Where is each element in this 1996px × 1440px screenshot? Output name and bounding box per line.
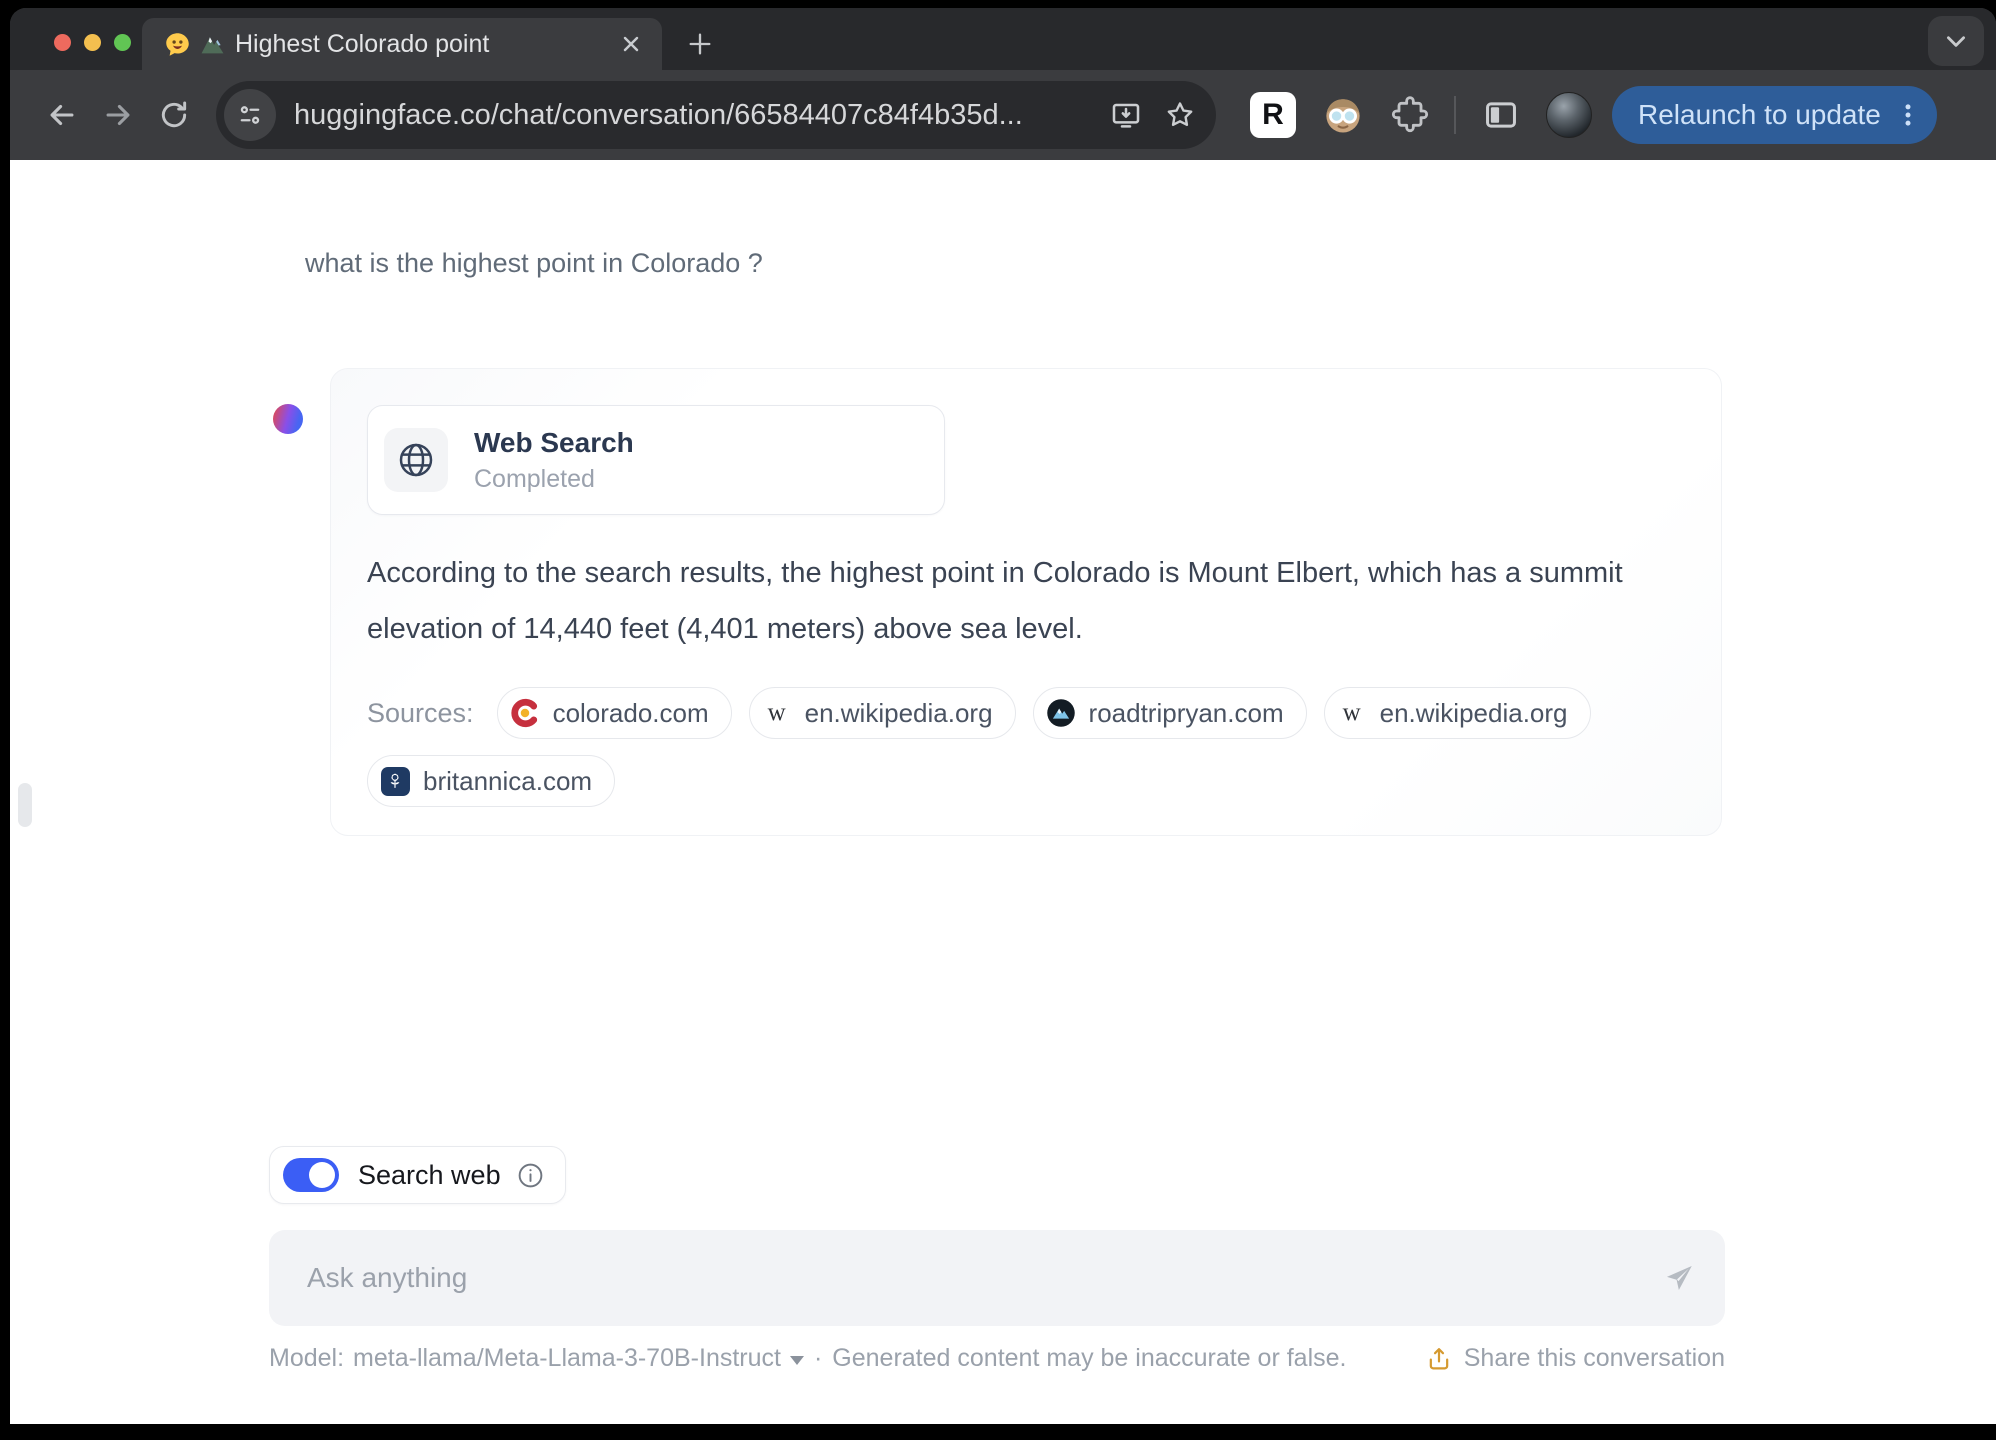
assistant-response-card: Web Search Completed According to the se… bbox=[330, 368, 1722, 836]
browser-window: Highest Colorado point huggingface.co/ch bbox=[10, 8, 1996, 1424]
info-icon[interactable] bbox=[516, 1161, 545, 1190]
huggingchat-page: what is the highest point in Colorado ? … bbox=[10, 160, 1996, 1424]
model-name: meta-llama/Meta-Llama-3-70B-Instruct bbox=[353, 1344, 781, 1372]
tool-status: Completed bbox=[474, 464, 595, 493]
sources-row: Sources: colorado.com w en.wikipedia.org… bbox=[367, 687, 1697, 807]
roadtripryan-favicon-icon bbox=[1046, 698, 1076, 728]
tab-title: Highest Colorado point bbox=[235, 29, 490, 58]
source-pill[interactable]: roadtripryan.com bbox=[1032, 687, 1307, 739]
relaunch-to-update-button[interactable]: Relaunch to update bbox=[1612, 86, 1937, 144]
site-settings-icon[interactable] bbox=[224, 89, 276, 141]
search-web-toggle[interactable] bbox=[283, 1158, 339, 1192]
globe-icon bbox=[384, 428, 448, 492]
extension-r-icon[interactable]: R bbox=[1250, 92, 1296, 138]
share-icon bbox=[1425, 1345, 1453, 1373]
search-web-toggle-group: Search web bbox=[269, 1146, 566, 1204]
bookmark-star-icon[interactable] bbox=[1164, 99, 1196, 131]
forward-button[interactable] bbox=[90, 87, 146, 143]
tool-name: Web Search bbox=[474, 426, 634, 458]
model-selector[interactable]: Model: meta-llama/Meta-Llama-3-70B-Instr… bbox=[269, 1344, 804, 1373]
traffic-lights bbox=[54, 34, 131, 51]
user-message: what is the highest point in Colorado ? bbox=[305, 248, 763, 278]
footer-disclaimer: Generated content may be inaccurate or f… bbox=[832, 1344, 1347, 1372]
chat-composer bbox=[269, 1230, 1725, 1326]
url-bar[interactable]: huggingface.co/chat/conversation/6658440… bbox=[216, 81, 1216, 149]
chevron-down-icon bbox=[789, 1355, 804, 1365]
wikipedia-favicon-icon: w bbox=[767, 699, 786, 726]
tab-close-icon[interactable] bbox=[616, 29, 646, 59]
source-pill[interactable]: w en.wikipedia.org bbox=[1323, 687, 1591, 739]
minimize-window-button[interactable] bbox=[84, 34, 101, 51]
source-pill[interactable]: britannica.com bbox=[367, 755, 616, 807]
extension-glasses-face-icon[interactable] bbox=[1322, 94, 1364, 136]
ask-anything-input[interactable] bbox=[269, 1262, 1649, 1294]
sources-label: Sources: bbox=[367, 697, 474, 728]
britannica-favicon-icon bbox=[380, 766, 410, 796]
share-conversation-button[interactable]: Share this conversation bbox=[1425, 1344, 1725, 1373]
close-window-button[interactable] bbox=[54, 34, 71, 51]
extensions-puzzle-icon[interactable] bbox=[1390, 95, 1430, 135]
model-label: Model: bbox=[269, 1344, 345, 1372]
back-button[interactable] bbox=[34, 87, 90, 143]
wikipedia-favicon-icon: w bbox=[1342, 699, 1361, 726]
sidebar-expand-handle[interactable] bbox=[18, 783, 32, 827]
relaunch-label: Relaunch to update bbox=[1638, 99, 1881, 130]
tab-search-chevron-button[interactable] bbox=[1928, 16, 1984, 66]
toolbar-divider bbox=[1454, 96, 1456, 134]
active-tab[interactable]: Highest Colorado point bbox=[142, 18, 662, 70]
footer-separator: · bbox=[813, 1344, 823, 1372]
source-pill[interactable]: colorado.com bbox=[496, 687, 732, 739]
share-label: Share this conversation bbox=[1463, 1344, 1725, 1372]
install-app-icon[interactable] bbox=[1110, 99, 1142, 131]
reload-button[interactable] bbox=[146, 87, 202, 143]
huggingchat-favicon-icon bbox=[164, 31, 191, 58]
send-icon[interactable] bbox=[1649, 1248, 1709, 1308]
search-web-label: Search web bbox=[358, 1159, 501, 1190]
side-panel-icon[interactable] bbox=[1482, 96, 1520, 134]
mountain-emoji-icon bbox=[200, 32, 225, 57]
colorado-favicon-icon bbox=[510, 698, 540, 728]
source-pill[interactable]: w en.wikipedia.org bbox=[748, 687, 1016, 739]
assistant-avatar bbox=[273, 404, 303, 434]
conversation-footer: Model: meta-llama/Meta-Llama-3-70B-Instr… bbox=[269, 1344, 1725, 1373]
profile-avatar[interactable] bbox=[1546, 92, 1592, 138]
browser-toolbar: huggingface.co/chat/conversation/6658440… bbox=[10, 70, 1996, 160]
browser-menu-dots-icon bbox=[1893, 100, 1923, 130]
fullscreen-window-button[interactable] bbox=[114, 34, 131, 51]
url-text[interactable]: huggingface.co/chat/conversation/6658440… bbox=[294, 99, 1110, 132]
new-tab-button[interactable] bbox=[682, 26, 718, 62]
assistant-answer: According to the search results, the hig… bbox=[367, 557, 1623, 645]
tab-strip: Highest Colorado point bbox=[10, 8, 1996, 70]
web-search-tool-card[interactable]: Web Search Completed bbox=[367, 405, 945, 515]
